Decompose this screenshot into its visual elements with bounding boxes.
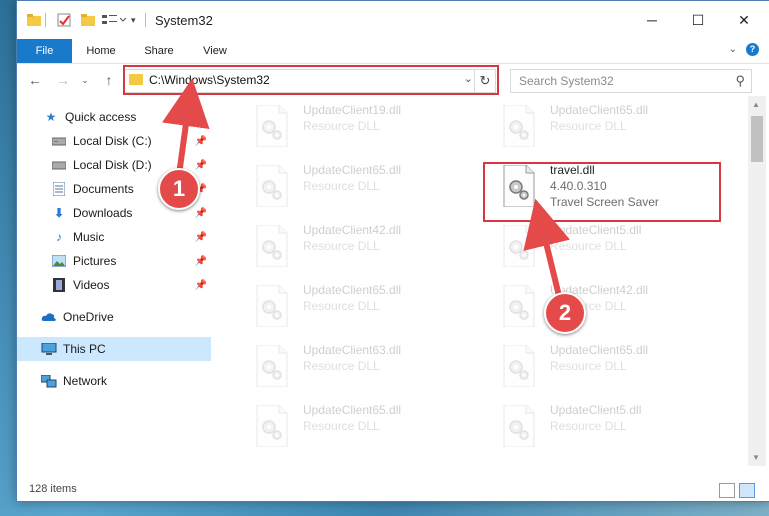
step-2-badge: 2 [544,292,586,334]
arrow-2 [523,198,570,301]
annotation-arrows [161,78,570,305]
step-1-badge: 1 [158,168,200,210]
